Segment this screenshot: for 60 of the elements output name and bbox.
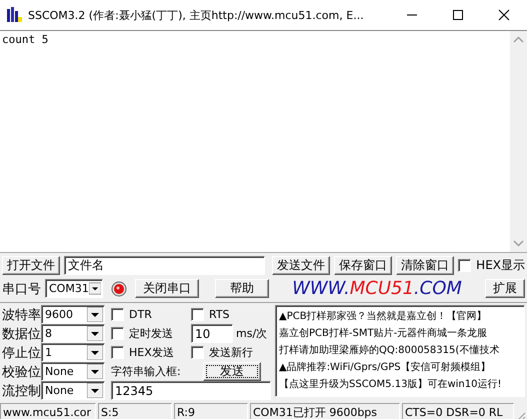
send-file-button[interactable]: 发送文件 xyxy=(272,256,330,275)
checkbox[interactable] xyxy=(458,259,472,272)
checkbox[interactable] xyxy=(111,308,124,321)
notice-line[interactable]: ▲品牌推荐:WiFi/Gprs/GPS【安信可射频模组】 xyxy=(279,359,491,376)
setting-label: 停止位 xyxy=(2,344,41,362)
port-select[interactable]: COM31 xyxy=(45,279,103,298)
dropdown-arrow-icon[interactable] xyxy=(87,326,103,341)
file-name-field[interactable]: 文件名 xyxy=(64,256,266,275)
close-icon[interactable] xyxy=(498,9,510,21)
setting-select[interactable]: 8 xyxy=(41,324,105,343)
interval-unit: ms/次 xyxy=(236,326,268,341)
checkbox-label: 定时发送 xyxy=(129,326,173,341)
port-label: 串口号 xyxy=(2,280,41,298)
setting-label: 校验位 xyxy=(2,364,41,381)
setting-select[interactable]: 1 xyxy=(41,343,105,362)
notice-line[interactable]: 打样请加助理梁雁婷的QQ:800058315(不懂技术 xyxy=(279,342,500,359)
receive-text: count 5 xyxy=(1,32,50,48)
checkbox-label: HEX发送 xyxy=(129,345,174,360)
checkbox[interactable] xyxy=(191,346,204,359)
setting-select[interactable]: None xyxy=(41,381,105,400)
close-port-button[interactable]: 关闭串口 xyxy=(135,279,199,298)
dropdown-arrow-icon[interactable] xyxy=(87,345,103,360)
dropdown-arrow-icon[interactable] xyxy=(87,383,103,398)
dropdown-arrow-icon[interactable] xyxy=(87,364,103,379)
status-cell: COM31已打开 9600bps xyxy=(250,403,400,419)
expand-button[interactable]: 扩展 xyxy=(485,279,525,298)
notice-line[interactable]: 【点这里升级为SSCOM5.13版】可在win10运行! xyxy=(279,376,502,393)
status-cell: www.mcu51.cor xyxy=(0,403,96,419)
window-title: SSCOM3.2 (作者:聂小猛(丁丁), 主页http://www.mcu51.com, E... xyxy=(28,8,365,22)
input-field[interactable]: 12345 xyxy=(111,381,271,400)
input-label: 字符串输入框: xyxy=(111,364,182,379)
notice-line[interactable]: 嘉立创PCB打样-SMT贴片-元器件商城一条龙服 xyxy=(279,325,488,342)
setting-label: 波特率 xyxy=(2,306,41,324)
notice-line[interactable]: ▲PCB打样那家强？当然就是嘉立创！【官网】 xyxy=(279,308,487,325)
checkbox-label: 发送新行 xyxy=(209,345,253,360)
checkbox[interactable] xyxy=(191,308,204,321)
setting-label: 数据位 xyxy=(2,326,41,343)
help-button[interactable]: 帮助 xyxy=(215,279,269,298)
setting-select[interactable]: None xyxy=(41,362,105,381)
resize-grip-icon[interactable] xyxy=(516,412,526,419)
send-button[interactable]: 发送 xyxy=(203,362,261,381)
maximize-icon[interactable] xyxy=(452,9,464,21)
setting-label: 流控制 xyxy=(2,382,41,400)
status-cell: CTS=0 DSR=0 RL xyxy=(402,403,514,419)
checkbox[interactable] xyxy=(111,346,124,359)
status-cell: R:9 xyxy=(174,403,248,419)
save-window-button[interactable]: 保存窗口 xyxy=(334,256,392,275)
app-icon xyxy=(6,7,22,23)
dropdown-arrow-icon[interactable] xyxy=(88,281,101,296)
status-cell: S:5 xyxy=(98,403,172,419)
checkbox-label: HEX显示 xyxy=(476,257,525,274)
setting-select[interactable]: 9600 xyxy=(41,305,105,324)
website-logo: WWW.MCU51.COM xyxy=(291,278,463,299)
clear-window-button[interactable]: 清除窗口 xyxy=(396,256,454,275)
open-file-button[interactable]: 打开文件 xyxy=(2,256,60,275)
interval-field[interactable]: 10 xyxy=(191,324,233,343)
checkbox-label: RTS xyxy=(209,308,230,321)
checkbox[interactable] xyxy=(111,327,124,340)
dropdown-arrow-icon[interactable] xyxy=(87,307,103,322)
checkbox-label: DTR xyxy=(129,308,152,321)
